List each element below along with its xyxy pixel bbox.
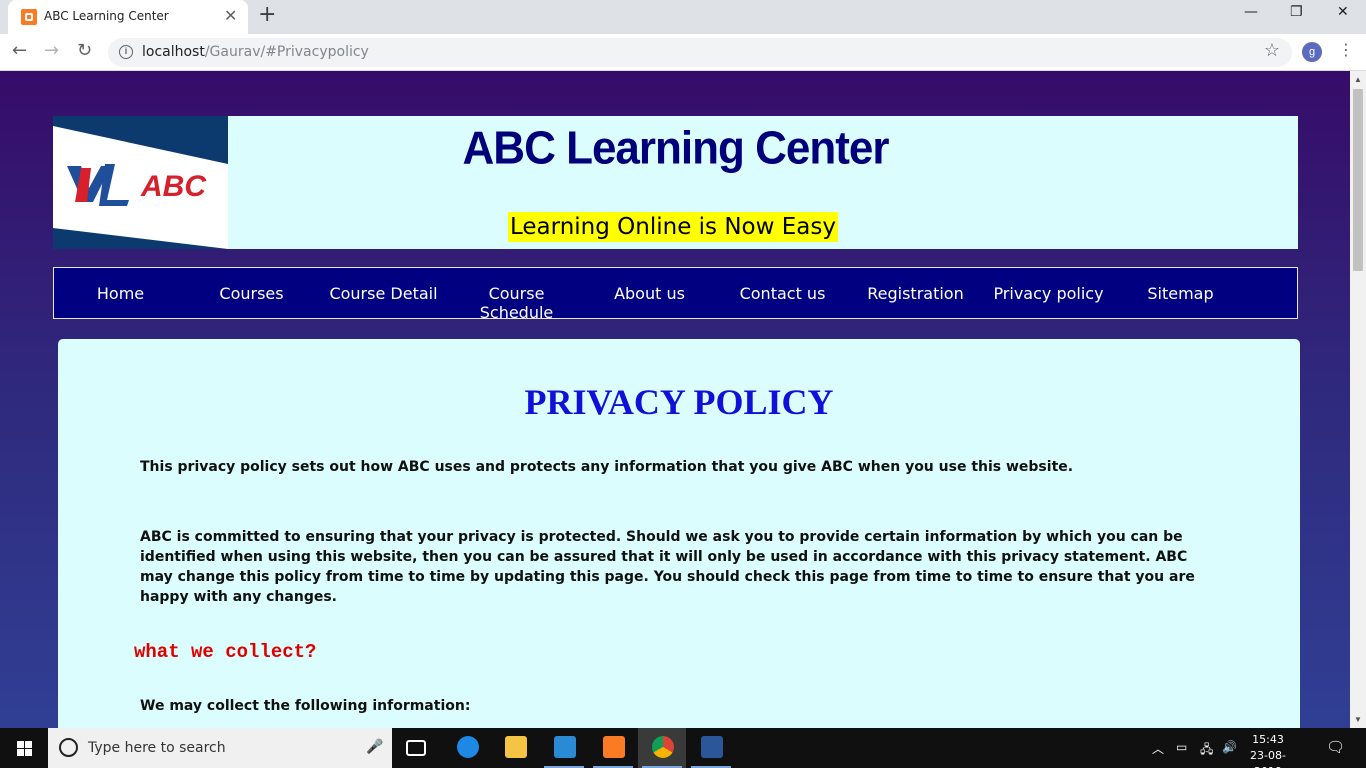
- restore-button[interactable]: ❐: [1290, 4, 1303, 20]
- close-tab-icon[interactable]: ✕: [224, 6, 237, 25]
- page-title: PRIVACY POLICY: [524, 382, 834, 422]
- browser-toolbar: ← → ↻ i localhost/Gaurav/#Privacypolicy …: [0, 34, 1366, 71]
- minimize-button[interactable]: —: [1244, 4, 1258, 20]
- edge-icon[interactable]: [443, 728, 491, 768]
- nav-course-schedule[interactable]: Course Schedule: [450, 284, 583, 322]
- xampp-icon[interactable]: [589, 728, 637, 768]
- nav-course-detail[interactable]: Course Detail: [317, 284, 450, 303]
- browser-tab[interactable]: ABC Learning Center ✕: [8, 0, 248, 34]
- main-navbar: Home Courses Course Detail Course Schedu…: [53, 267, 1298, 322]
- network-icon[interactable]: 🖧: [1200, 740, 1213, 761]
- menu-dots-icon[interactable]: ⋮: [1338, 40, 1354, 59]
- system-clock[interactable]: 15:43 23-08-2019: [1240, 732, 1296, 768]
- file-explorer-icon[interactable]: [491, 728, 539, 768]
- show-hidden-icons-icon[interactable]: ︿: [1152, 740, 1164, 757]
- vertical-scrollbar[interactable]: ▲ ▼: [1350, 71, 1366, 728]
- info-icon[interactable]: i: [119, 45, 133, 59]
- microphone-icon[interactable]: 🎤: [366, 738, 383, 755]
- volume-icon[interactable]: 🔊: [1222, 740, 1237, 754]
- nav-home[interactable]: Home: [54, 284, 187, 303]
- forward-arrow-icon[interactable]: →: [44, 40, 59, 61]
- browser-tabstrip: ABC Learning Center ✕ + — ❐ ✕: [0, 0, 1366, 34]
- collect-intro-paragraph: We may collect the following information…: [140, 698, 471, 714]
- nav-registration[interactable]: Registration: [849, 284, 982, 303]
- scroll-thumb[interactable]: [1353, 89, 1363, 271]
- scroll-up-icon[interactable]: ▲: [1354, 75, 1362, 84]
- search-placeholder: Type here to search: [88, 740, 226, 756]
- privacy-content: PRIVACY POLICY This privacy policy sets …: [58, 339, 1300, 728]
- page-viewport: ABC ABC Learning Center Learning Online …: [0, 71, 1350, 728]
- address-bar[interactable]: i localhost/Gaurav/#Privacypolicy ☆: [108, 38, 1292, 67]
- nav-privacy-policy[interactable]: Privacy policy: [982, 284, 1115, 303]
- section-heading-what-we-collect: what we collect?: [134, 641, 317, 663]
- intro-paragraph: This privacy policy sets out how ABC use…: [140, 459, 1074, 475]
- windows-taskbar: Type here to search 🎤 ︿ ▭ 🖧 🔊 15:43 23-0…: [0, 728, 1366, 768]
- battery-icon[interactable]: ▭: [1176, 740, 1187, 754]
- xampp-favicon-icon: [21, 9, 37, 25]
- nav-about-us[interactable]: About us: [583, 284, 716, 303]
- profile-avatar[interactable]: g: [1302, 42, 1322, 62]
- notifications-icon[interactable]: 🗨: [1326, 738, 1345, 756]
- cortana-icon: [59, 738, 78, 757]
- site-tagline: Learning Online is Now Easy: [508, 212, 838, 242]
- nav-sitemap[interactable]: Sitemap: [1114, 284, 1247, 303]
- url-text[interactable]: localhost/Gaurav/#Privacypolicy: [142, 44, 369, 60]
- back-arrow-icon[interactable]: ←: [12, 40, 27, 61]
- commitment-paragraph: ABC is committed to ensuring that your p…: [140, 529, 1195, 605]
- site-header: ABC ABC Learning Center Learning Online …: [53, 116, 1298, 249]
- taskbar-search[interactable]: Type here to search 🎤: [48, 728, 392, 768]
- close-window-button[interactable]: ✕: [1337, 4, 1349, 20]
- scroll-down-icon[interactable]: ▼: [1354, 715, 1362, 724]
- word-icon[interactable]: [687, 728, 735, 768]
- reload-icon[interactable]: ↻: [77, 40, 92, 61]
- nav-courses[interactable]: Courses: [185, 284, 318, 303]
- task-view-icon[interactable]: [392, 728, 440, 768]
- vscode-icon[interactable]: [540, 728, 588, 768]
- bookmark-star-icon[interactable]: ☆: [1264, 40, 1280, 61]
- site-title: ABC Learning Center: [462, 122, 890, 175]
- chrome-icon[interactable]: [638, 728, 686, 768]
- windows-start-icon[interactable]: [0, 728, 48, 768]
- new-tab-button[interactable]: +: [258, 2, 276, 27]
- nav-contact-us[interactable]: Contact us: [716, 284, 849, 303]
- tab-title: ABC Learning Center: [44, 9, 169, 23]
